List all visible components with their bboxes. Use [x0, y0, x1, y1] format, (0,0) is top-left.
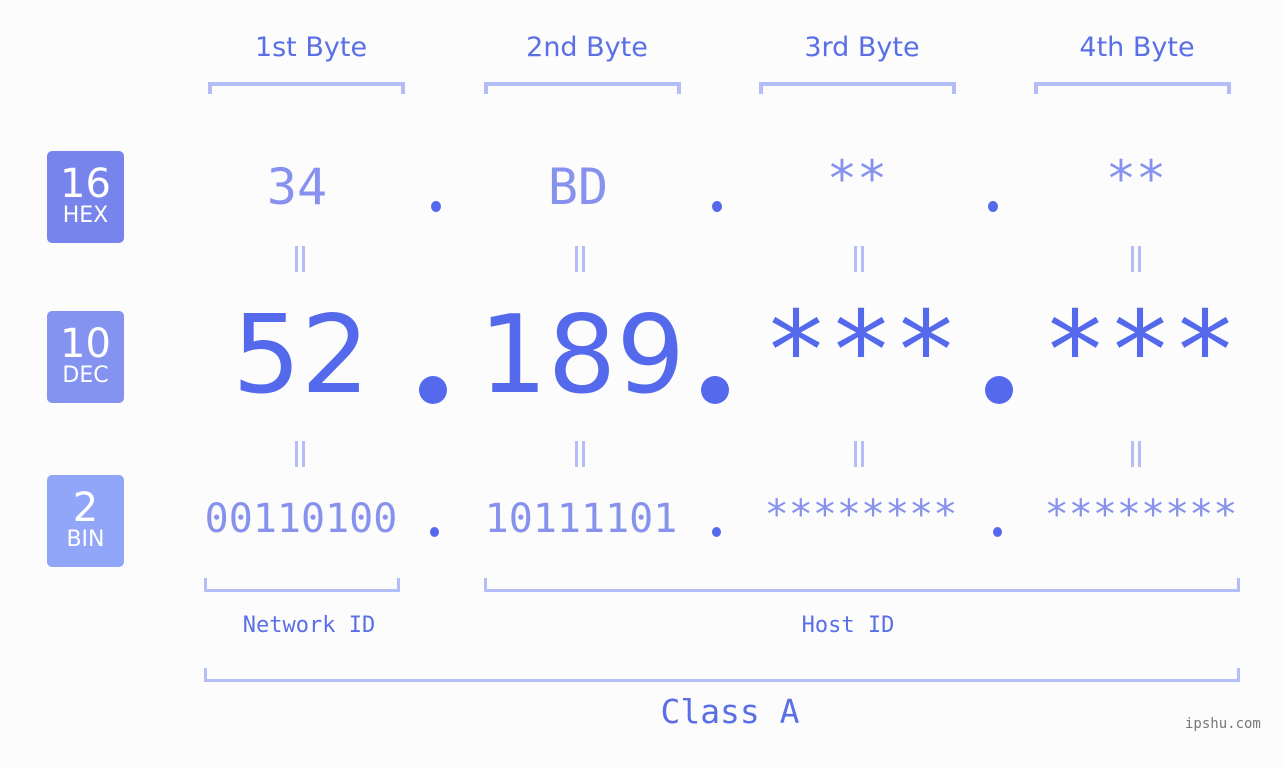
- dec-dot-2: [701, 376, 729, 404]
- watermark: ipshu.com: [1185, 716, 1261, 732]
- bin-dot-3: [993, 527, 1002, 537]
- bin-dot-1: [430, 527, 439, 537]
- hex-byte-1: 34: [266, 158, 328, 216]
- equals-icon: [1106, 236, 1166, 281]
- equals-icon: [270, 431, 330, 476]
- hex-dot-1: [431, 201, 441, 212]
- network-id-bracket: [204, 578, 400, 592]
- bin-label: BIN: [66, 527, 105, 552]
- hex-base: 16: [60, 161, 111, 207]
- host-id-label: Host ID: [801, 613, 895, 638]
- equals-icon: [550, 431, 610, 476]
- bin-base: 2: [72, 485, 99, 531]
- network-id-label: Network ID: [242, 613, 376, 638]
- hex-label: HEX: [62, 203, 109, 228]
- dec-dot-3: [985, 376, 1013, 404]
- dec-base: 10: [60, 321, 111, 367]
- byte-header-2: 2nd Byte: [526, 32, 648, 63]
- bin-byte-4: ********: [1044, 492, 1238, 538]
- byte-bracket-3: [759, 82, 956, 94]
- bin-byte-3: ********: [764, 492, 958, 538]
- byte-bracket-2: [484, 82, 681, 94]
- dec-dot-1: [419, 376, 447, 404]
- host-id-bracket: [484, 578, 1240, 592]
- bin-byte-2: 10111101: [484, 496, 678, 542]
- dec-byte-1: 52: [232, 293, 370, 418]
- equals-icon: [270, 236, 330, 281]
- dec-badge: 10 DEC: [47, 311, 124, 403]
- dec-label: DEC: [62, 363, 109, 388]
- byte-header-3: 3rd Byte: [804, 32, 920, 63]
- ip-class-label: Class A: [660, 692, 800, 731]
- byte-header-4: 4th Byte: [1079, 32, 1195, 63]
- equals-icon: [1106, 431, 1166, 476]
- bin-badge: 2 BIN: [47, 475, 124, 567]
- equals-icon: [550, 236, 610, 281]
- hex-byte-3: **: [826, 150, 888, 208]
- bin-dot-2: [712, 527, 721, 537]
- hex-dot-2: [712, 201, 722, 212]
- equals-icon: [829, 431, 889, 476]
- byte-bracket-4: [1034, 82, 1231, 94]
- dec-byte-3: ***: [763, 289, 959, 414]
- hex-byte-4: **: [1105, 150, 1167, 208]
- class-bracket: [204, 668, 1240, 682]
- byte-header-1: 1st Byte: [254, 32, 368, 63]
- hex-dot-3: [988, 201, 998, 212]
- hex-badge: 16 HEX: [47, 151, 124, 243]
- byte-bracket-1: [208, 82, 405, 94]
- bin-byte-1: 00110100: [204, 496, 398, 542]
- dec-byte-4: ***: [1042, 289, 1238, 414]
- dec-byte-2: 189: [478, 293, 686, 418]
- equals-icon: [829, 236, 889, 281]
- hex-byte-2: BD: [547, 158, 609, 216]
